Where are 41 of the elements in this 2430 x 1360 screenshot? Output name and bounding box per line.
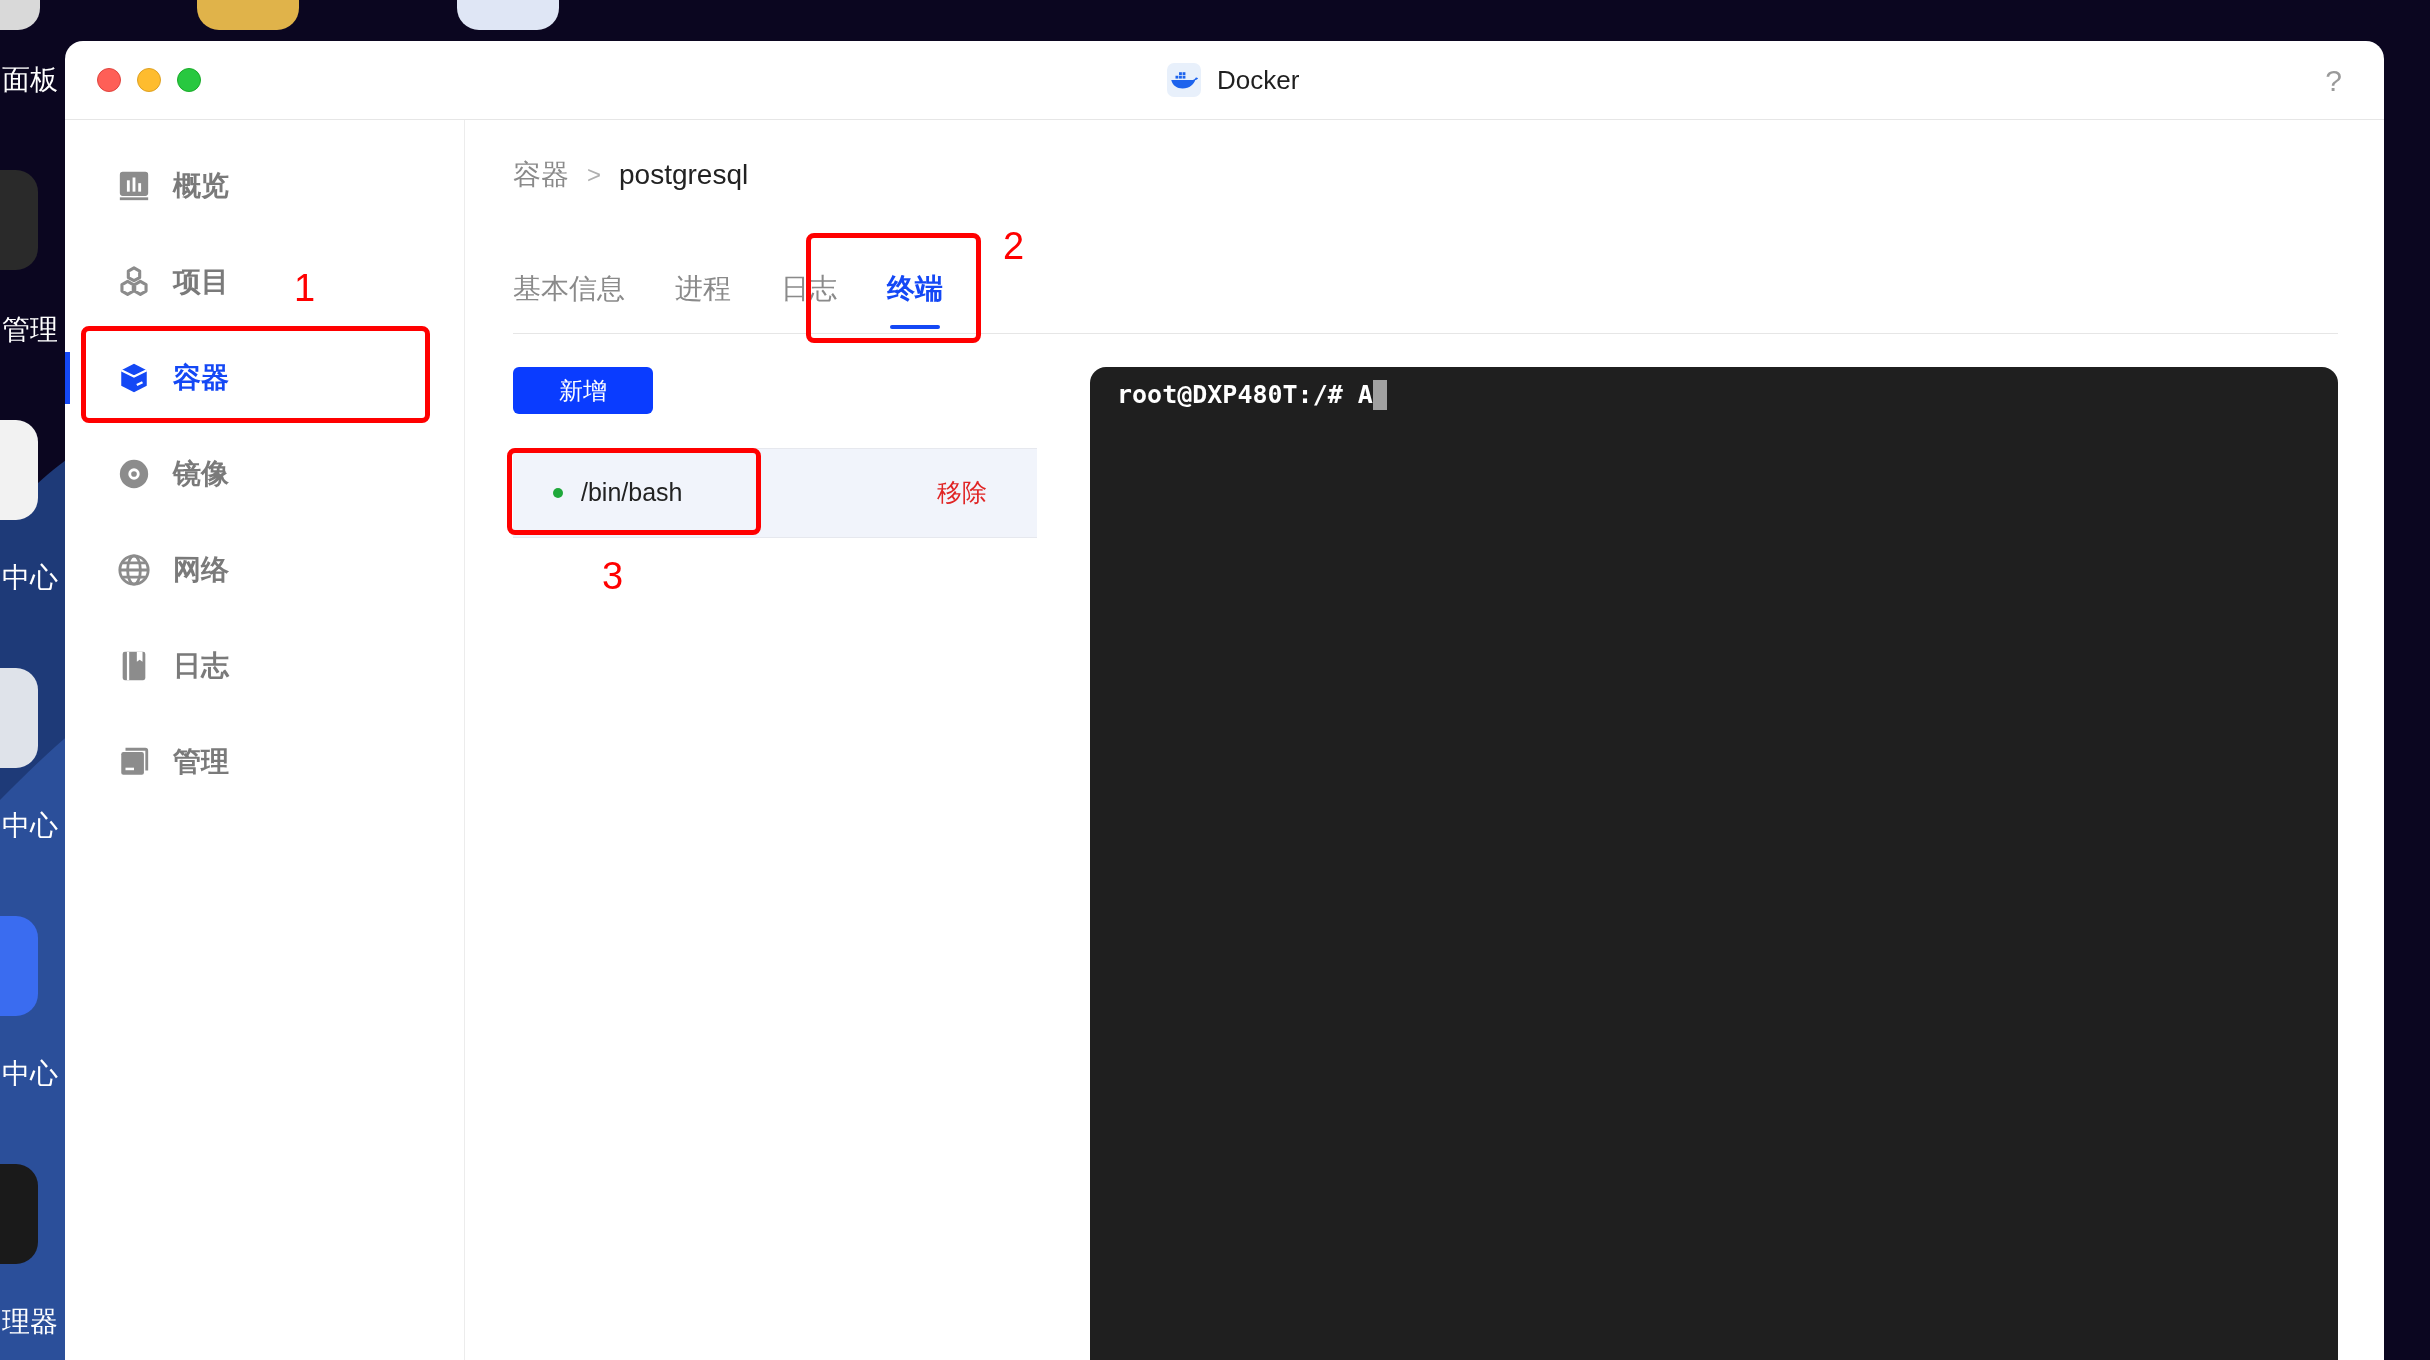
sidebar-item[interactable]: 容器 — [117, 357, 229, 399]
desktop-label: 面板 — [2, 63, 58, 97]
session-command: /bin/bash — [581, 477, 683, 509]
annotation-number: 1 — [294, 266, 316, 311]
disc-icon — [117, 457, 151, 491]
help-button[interactable]: ? — [2325, 57, 2342, 103]
selection-indicator — [65, 352, 70, 404]
desktop-label: 理器 — [2, 1305, 58, 1339]
tab[interactable]: 基本信息 — [513, 258, 625, 333]
bar-chart-icon — [117, 169, 151, 203]
maximize-button[interactable] — [177, 68, 201, 92]
sidebar-item[interactable]: 管理 — [117, 741, 229, 783]
cubes-icon — [117, 265, 151, 299]
annotation-number: 3 — [602, 554, 624, 599]
breadcrumb-item[interactable]: 容器 — [513, 154, 569, 196]
window-title: Docker — [1216, 63, 1300, 97]
minimize-button[interactable] — [137, 68, 161, 92]
desktop-label: 中心 — [2, 809, 58, 843]
terminal[interactable]: root@DXP480T:/# A — [1090, 367, 2338, 1360]
sidebar-item[interactable]: 概览 — [117, 165, 229, 207]
session-row[interactable]: /bin/bash 移除 — [513, 448, 1037, 538]
sidebar-item[interactable]: 日志 — [117, 645, 229, 687]
sidebar-item[interactable]: 网络 — [117, 549, 229, 591]
close-button[interactable] — [97, 68, 121, 92]
globe-icon — [117, 553, 151, 587]
terminal-text: root@DXP480T:/# A — [1117, 379, 1373, 412]
annotation-number: 2 — [1003, 224, 1025, 269]
tab[interactable]: 进程 — [675, 258, 731, 333]
sidebar-item[interactable]: 镜像 — [117, 453, 229, 495]
breadcrumb-item: postgresql — [619, 158, 749, 192]
breadcrumb-separator: > — [587, 160, 601, 190]
desktop-label: 中心 — [2, 1057, 58, 1091]
tab[interactable]: 终端 — [887, 258, 943, 333]
tab[interactable]: 日志 — [781, 258, 837, 333]
remove-link[interactable]: 移除 — [937, 474, 987, 512]
add-button[interactable]: 新增 — [513, 367, 653, 414]
whale-icon — [1166, 63, 1201, 97]
desktop-label: 中心 — [2, 561, 58, 595]
sidebar-item[interactable]: 项目 — [117, 261, 229, 303]
desktop-label: 管理 — [2, 313, 58, 347]
tab-underline — [890, 325, 940, 329]
